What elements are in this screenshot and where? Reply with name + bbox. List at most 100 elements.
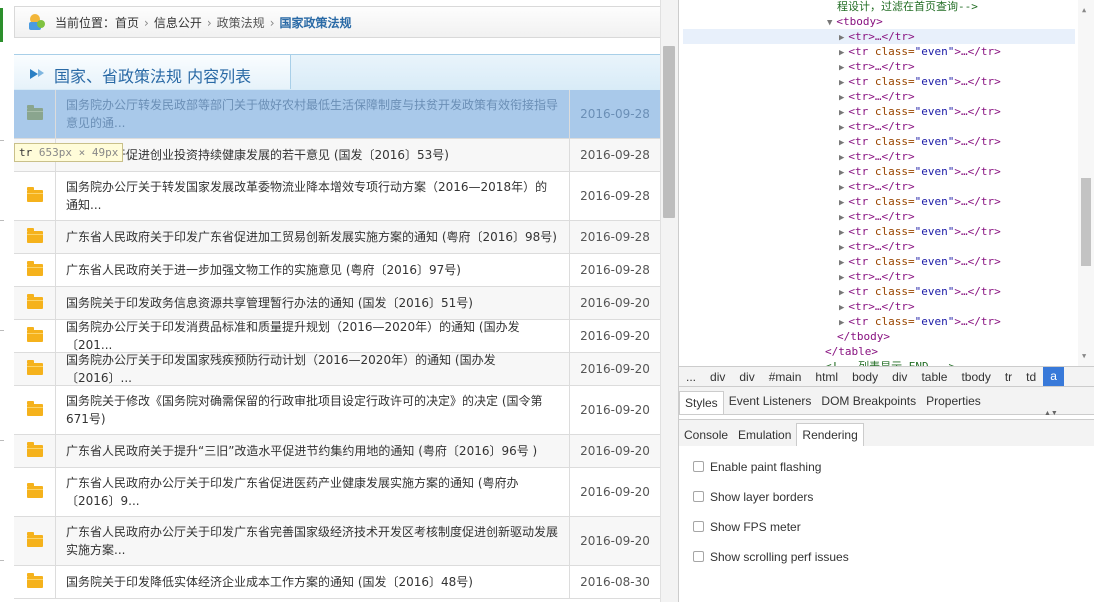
collapsed-arrow-icon[interactable]: ▶ [839, 138, 844, 148]
dom-tr[interactable]: ▶ <tr>…</tr> [839, 269, 915, 284]
dom-tr[interactable]: ▶ <tr class="even">…</tr> [839, 314, 1001, 329]
collapsed-arrow-icon[interactable]: ▶ [839, 33, 844, 43]
row-title-link[interactable]: 国务院办公厅转发民政部等部门关于做好农村最低生活保障制度与扶贫开发政策有效衔接指… [56, 90, 570, 138]
checkbox[interactable] [693, 521, 704, 533]
dom-tr[interactable]: ▶ <tr>…</tr> [839, 179, 915, 194]
dom-tr[interactable]: ▶ <tr class="even">…</tr> [839, 194, 1001, 209]
tab-emulation[interactable]: Emulation [733, 424, 796, 446]
collapsed-arrow-icon[interactable]: ▶ [839, 303, 844, 313]
dom-crumb-item[interactable]: td [1019, 370, 1043, 384]
dom-crumb-item[interactable]: table [914, 370, 954, 384]
collapsed-arrow-icon[interactable]: ▶ [839, 288, 844, 298]
breadcrumb-policy-link[interactable]: 政策法规 [217, 16, 265, 30]
table-row[interactable]: 国务院办公厅关于转发国家发展改革委物流业降本增效专项行动方案（2016—2018… [14, 172, 660, 221]
table-row[interactable]: 国务院办公厅关于印发消费品标准和质量提升规划（2016—2020年）的通知 (国… [14, 320, 660, 353]
dom-tr[interactable]: ▶ <tr class="even">…</tr> [839, 164, 1001, 179]
table-row[interactable]: 广东省人民政府关于提升“三旧”改造水平促进节约集约用地的通知 (粤府〔2016〕… [14, 435, 660, 468]
dom-tbody[interactable]: ▼ <tbody> [827, 14, 883, 29]
dom-tr[interactable]: ▶ <tr>…</tr> [839, 149, 915, 164]
dom-crumb-item[interactable]: html [808, 370, 845, 384]
option-fps-meter[interactable]: Show FPS meter [693, 519, 801, 535]
table-row[interactable]: 国务院办公厅关于印发国家残疾预防行动计划（2016—2020年）的通知 (国办发… [14, 353, 660, 386]
scroll-up-icon[interactable]: ▲ [1082, 6, 1086, 14]
table-row[interactable]: 国务院关于印发政务信息资源共享管理暂行办法的通知 (国发〔2016〕51号) 20… [14, 287, 660, 320]
dom-tr[interactable]: ▶ <tr class="even">…</tr> [839, 284, 1001, 299]
tab-rendering[interactable]: Rendering [796, 423, 864, 446]
collapsed-arrow-icon[interactable]: ▶ [839, 63, 844, 73]
collapsed-arrow-icon[interactable]: ▶ [839, 108, 844, 118]
collapsed-arrow-icon[interactable]: ▶ [839, 93, 844, 103]
dom-crumb-current[interactable]: a [1043, 367, 1064, 386]
collapsed-arrow-icon[interactable]: ▶ [839, 198, 844, 208]
table-row[interactable]: 国务院关于印发降低实体经济企业成本工作方案的通知 (国发〔2016〕48号) 20… [14, 566, 660, 599]
row-title-link[interactable]: 国务院关于修改《国务院对确需保留的行政审批项目设定行政许可的决定》的决定 (国令… [56, 386, 570, 434]
dom-tr[interactable]: ▶ <tr class="even">…</tr> [839, 224, 1001, 239]
collapsed-arrow-icon[interactable]: ▶ [839, 318, 844, 328]
dom-crumb-item[interactable]: div [703, 370, 732, 384]
row-title-link[interactable]: 广东省人民政府关于印发广东省促进加工贸易创新发展实施方案的通知 (粤府〔2016… [56, 221, 570, 253]
tab-dom-breakpoints[interactable]: DOM Breakpoints [816, 394, 921, 408]
dom-table-close[interactable]: </table> [825, 344, 878, 359]
dom-tr[interactable]: ▶ <tr>…</tr> [839, 209, 915, 224]
collapsed-arrow-icon[interactable]: ▶ [839, 243, 844, 253]
dom-tr[interactable]: ▶ <tr>…</tr> [839, 239, 915, 254]
tab-console[interactable]: Console [679, 424, 733, 446]
dom-tbody-close[interactable]: </tbody> [837, 329, 890, 344]
row-title-link[interactable]: 国务院办公厅关于印发消费品标准和质量提升规划（2016—2020年）的通知 (国… [56, 320, 570, 352]
collapsed-arrow-icon[interactable]: ▶ [839, 153, 844, 163]
row-title-link[interactable]: 广东省人民政府办公厅关于印发广东省完善国家级经济技术开发区考核制度促进创新驱动发… [56, 517, 570, 565]
expand-arrow-icon[interactable]: ▼ [827, 18, 832, 28]
dom-crumb-item[interactable]: body [845, 370, 885, 384]
row-title-link[interactable]: 广东省人民政府关于进一步加强文物工作的实施意见 (粤府〔2016〕97号) [56, 254, 570, 286]
drag-handle-icon[interactable]: ▲▼ [1039, 410, 1063, 417]
row-title-link[interactable]: 国务院关于印发政务信息资源共享管理暂行办法的通知 (国发〔2016〕51号) [56, 287, 570, 319]
row-title-link[interactable]: 国务院关于印发降低实体经济企业成本工作方案的通知 (国发〔2016〕48号) [56, 566, 570, 598]
row-title-link[interactable]: 广东省人民政府办公厅关于印发广东省促进医药产业健康发展实施方案的通知 (粤府办〔… [56, 468, 570, 516]
row-title-link[interactable]: 国务院关于促进创业投资持续健康发展的若干意见 (国发〔2016〕53号) [56, 139, 570, 171]
collapsed-arrow-icon[interactable]: ▶ [839, 78, 844, 88]
collapsed-arrow-icon[interactable]: ▶ [839, 183, 844, 193]
table-row[interactable]: 广东省人民政府办公厅关于印发广东省促进医药产业健康发展实施方案的通知 (粤府办〔… [14, 468, 660, 517]
row-title-link[interactable]: 国务院办公厅关于印发国家残疾预防行动计划（2016—2020年）的通知 (国办发… [56, 353, 570, 385]
dom-crumb-item[interactable]: #main [762, 370, 809, 384]
dom-tr[interactable]: ▶ <tr>…</tr> [683, 29, 1075, 44]
collapsed-arrow-icon[interactable]: ▶ [839, 168, 844, 178]
tab-styles[interactable]: Styles [679, 391, 724, 414]
collapsed-arrow-icon[interactable]: ▶ [839, 48, 844, 58]
dom-crumb-item[interactable]: div [732, 370, 761, 384]
tab-event-listeners[interactable]: Event Listeners [724, 394, 817, 408]
dom-crumb-item[interactable]: div [885, 370, 914, 384]
dom-tr[interactable]: ▶ <tr>…</tr> [839, 299, 915, 314]
table-row[interactable]: 国务院办公厅转发民政部等部门关于做好农村最低生活保障制度与扶贫开发政策有效衔接指… [14, 90, 660, 139]
tab-properties[interactable]: Properties [921, 394, 986, 408]
dom-tr[interactable]: ▶ <tr class="even">…</tr> [839, 44, 1001, 59]
dom-crumb-item[interactable]: tr [998, 370, 1019, 384]
checkbox[interactable] [693, 491, 704, 503]
collapsed-arrow-icon[interactable]: ▶ [839, 258, 844, 268]
breadcrumb-current[interactable]: 国家政策法规 [280, 16, 352, 30]
dom-comment[interactable]: 程设计，过滤在首页查询--> [837, 0, 978, 14]
table-row[interactable]: 广东省人民政府办公厅关于印发广东省完善国家级经济技术开发区考核制度促进创新驱动发… [14, 517, 660, 566]
dom-tr[interactable]: ▶ <tr class="even">…</tr> [839, 254, 1001, 269]
page-scrollbar[interactable] [660, 0, 678, 602]
dom-comment[interactable]: <!-- 列表显示 END --> [825, 359, 955, 366]
collapsed-arrow-icon[interactable]: ▶ [839, 213, 844, 223]
collapsed-arrow-icon[interactable]: ▶ [839, 273, 844, 283]
dom-crumb-item[interactable]: ... [679, 370, 703, 384]
collapsed-arrow-icon[interactable]: ▶ [839, 123, 844, 133]
checkbox[interactable] [693, 461, 704, 473]
dom-crumb-item[interactable]: tbody [954, 370, 997, 384]
elements-scrollbar[interactable]: ▲ ▼ [1078, 0, 1094, 366]
dom-tr[interactable]: ▶ <tr>…</tr> [839, 119, 915, 134]
row-title-link[interactable]: 国务院办公厅关于转发国家发展改革委物流业降本增效专项行动方案（2016—2018… [56, 172, 570, 220]
table-row[interactable]: 国务院关于修改《国务院对确需保留的行政审批项目设定行政许可的决定》的决定 (国令… [14, 386, 660, 435]
option-paint-flashing[interactable]: Enable paint flashing [693, 459, 821, 475]
option-layer-borders[interactable]: Show layer borders [693, 489, 813, 505]
dom-tr[interactable]: ▶ <tr>…</tr> [839, 59, 915, 74]
table-row[interactable]: 广东省人民政府关于进一步加强文物工作的实施意见 (粤府〔2016〕97号) 201… [14, 254, 660, 287]
breadcrumb-home-link[interactable]: 首页 [115, 16, 139, 30]
dom-tr[interactable]: ▶ <tr class="even">…</tr> [839, 134, 1001, 149]
option-scrolling-perf[interactable]: Show scrolling perf issues [693, 549, 849, 565]
scroll-down-icon[interactable]: ▼ [1082, 352, 1086, 360]
dom-tr[interactable]: ▶ <tr class="even">…</tr> [839, 104, 1001, 119]
